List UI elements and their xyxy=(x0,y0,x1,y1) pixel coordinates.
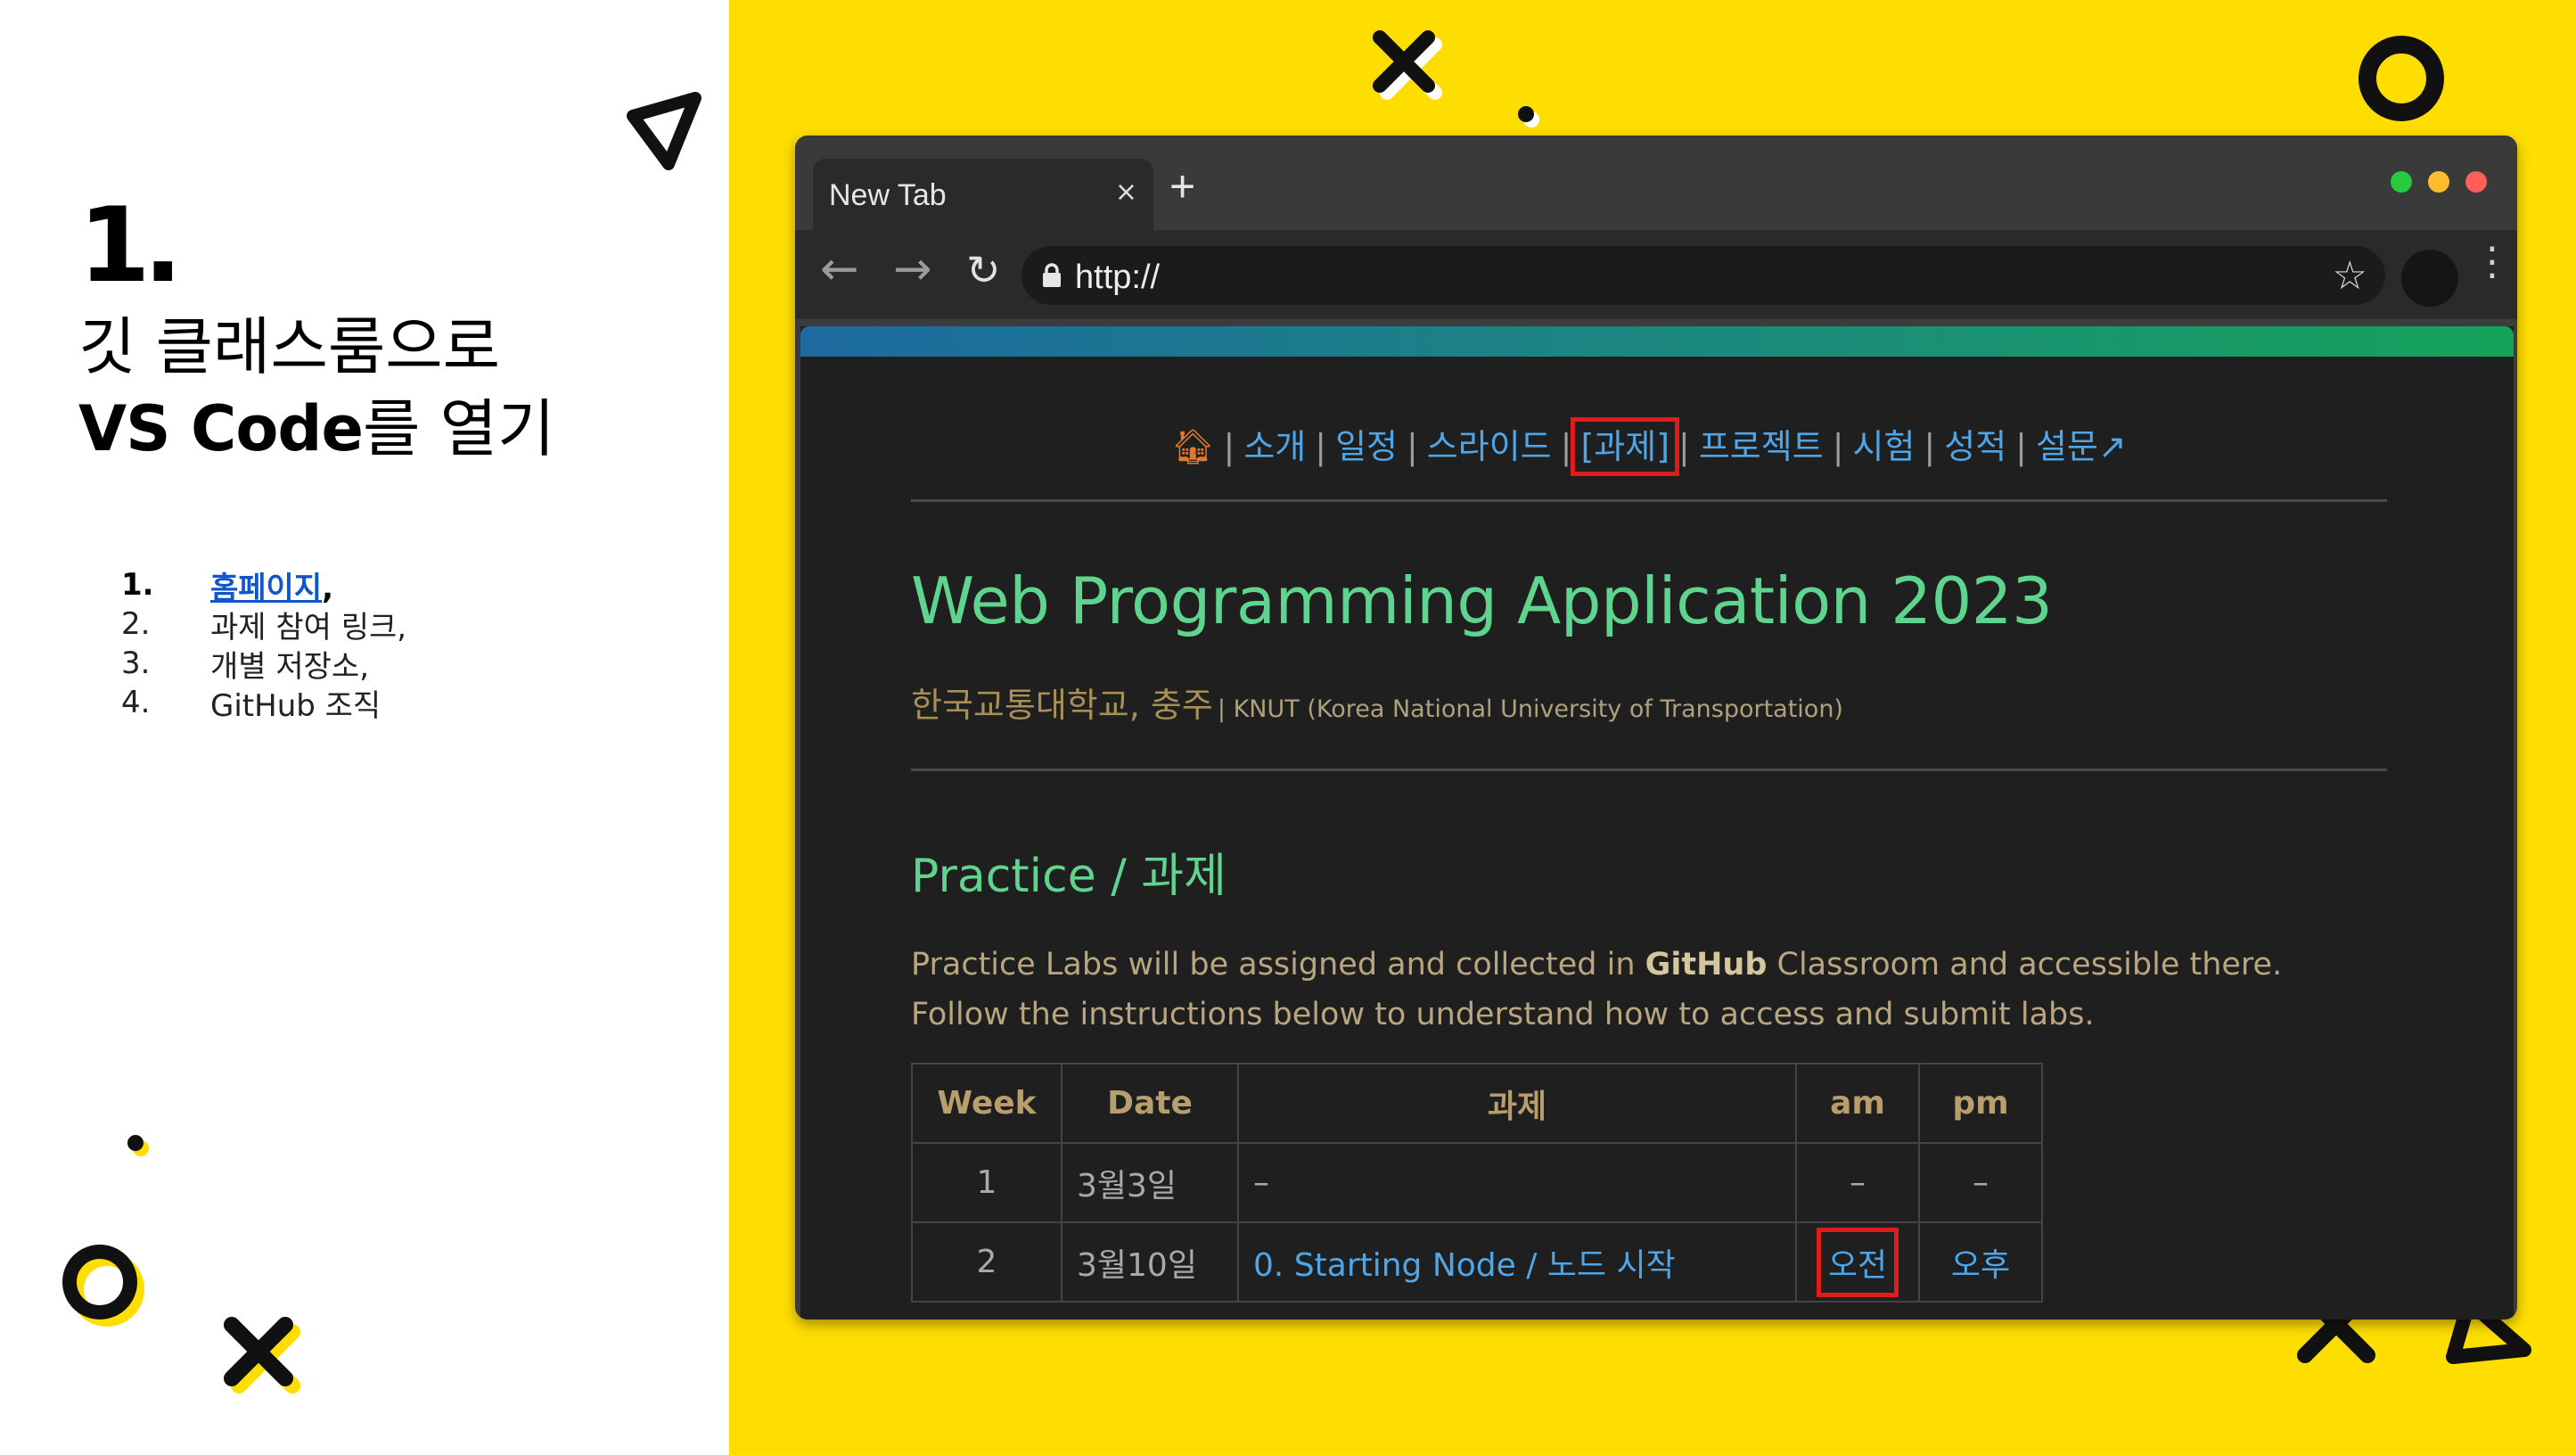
home-icon[interactable]: 🏠︎ xyxy=(1171,427,1214,466)
reload-icon[interactable]: ↻ xyxy=(966,250,1001,291)
tab-bar: New Tab × + xyxy=(795,136,2517,232)
url-text: http:// xyxy=(1075,259,1161,296)
nav-separator: | xyxy=(1223,427,1235,466)
dot-decoration-icon xyxy=(1518,106,1539,127)
window-minimize-dot[interactable] xyxy=(2428,171,2449,193)
am-link[interactable]: 오전 xyxy=(1816,1227,1899,1297)
new-tab-button[interactable]: + xyxy=(1169,164,1195,209)
slide-number: 1. xyxy=(78,185,183,306)
column-header: Date xyxy=(1061,1063,1239,1144)
slide-title-line-1: 깃 클래스룸으로 xyxy=(78,310,501,383)
address-bar[interactable]: http:// ☆ xyxy=(1021,246,2385,305)
nav-item-project[interactable]: 프로젝트 xyxy=(1699,427,1824,466)
subtitle-korean: 한국교통대학교, 충주 xyxy=(911,686,1213,725)
ring-decoration-icon xyxy=(2359,36,2444,121)
nav-item-grades[interactable]: 성적 xyxy=(1944,427,2006,466)
step-suffix: , xyxy=(322,570,334,606)
step-text: 개별 저장소, xyxy=(210,648,370,685)
table-cell-am: – xyxy=(1795,1142,1920,1223)
profile-avatar[interactable] xyxy=(2401,250,2458,307)
description-bold: GitHub xyxy=(1645,947,1768,982)
nav-item-intro[interactable]: 소개 xyxy=(1243,427,1306,466)
homepage-link[interactable]: 홈페이지 xyxy=(210,571,322,606)
page-subtitle: 한국교통대학교, 충주 | KNUT (Korea National Unive… xyxy=(911,678,1843,727)
table-cell-am: 오전 xyxy=(1795,1221,1920,1303)
table-cell-week: 2 xyxy=(911,1221,1062,1303)
cross-decoration-icon xyxy=(1373,30,1442,100)
step-item: 3. 개별 저장소, xyxy=(121,644,406,685)
table-cell-week: 1 xyxy=(911,1142,1062,1223)
step-number: 1. xyxy=(121,567,154,603)
table-cell-task: – xyxy=(1237,1142,1797,1223)
task-link[interactable]: 0. Starting Node / 노드 시작 xyxy=(1237,1221,1797,1303)
step-text: 과제 참여 링크, xyxy=(210,609,407,645)
tab-title: New Tab xyxy=(829,178,947,212)
site-nav: 🏠︎ | 소개 | 일정 | 스라이드 | [과제] | 프로젝트 | 시험 | 성적 | 설문↗ xyxy=(911,417,2387,476)
step-number: 3. xyxy=(121,645,151,681)
table-row: 1 3월3일 – – – xyxy=(911,1142,2043,1223)
column-header: 과제 xyxy=(1237,1063,1797,1144)
dot-decoration-icon xyxy=(127,1135,149,1156)
table-row: 2 3월10일 0. Starting Node / 노드 시작 오전 오후 xyxy=(911,1221,2043,1303)
section-title: Practice / 과제 xyxy=(911,850,1226,903)
bookmark-star-icon[interactable]: ☆ xyxy=(2333,253,2367,299)
lock-icon xyxy=(1043,263,1061,287)
step-item: 2. 과제 참여 링크, xyxy=(121,604,407,645)
column-header: am xyxy=(1795,1063,1920,1144)
table-cell-pm: – xyxy=(1918,1142,2043,1223)
nav-item-slides[interactable]: 스라이드 xyxy=(1427,427,1552,466)
slide-title-bold: VS Code xyxy=(78,392,364,465)
forward-arrow-icon[interactable]: → xyxy=(893,246,932,292)
pm-link[interactable]: 오후 xyxy=(1918,1221,2043,1303)
nav-item-survey[interactable]: 설문↗ xyxy=(2036,427,2127,466)
step-item: 1. 홈페이지, xyxy=(121,565,406,606)
nav-item-schedule[interactable]: 일정 xyxy=(1335,427,1398,466)
divider xyxy=(911,499,2387,502)
slide-title-line-2: VS Code를 열기 xyxy=(78,398,554,460)
window-maximize-dot[interactable] xyxy=(2391,171,2412,193)
divider xyxy=(911,769,2387,771)
browser-toolbar: ← → ↻ http:// ☆ ⋮ xyxy=(795,230,2517,319)
description-text: Practice Labs will be assigned and colle… xyxy=(911,947,1645,982)
steps-list: 1. 홈페이지, 2. 과제 참여 링크, 3. 개별 저장소, 4. GitH… xyxy=(121,565,407,724)
step-item: 4. GitHub 조직 xyxy=(121,683,406,724)
section-description: Practice Labs will be assigned and colle… xyxy=(911,940,2387,1040)
header-gradient-bar xyxy=(800,326,2514,357)
step-text: GitHub 조직 xyxy=(210,687,381,724)
table-cell-date: 3월10일 xyxy=(1061,1221,1239,1303)
browser-window: New Tab × + ← → ↻ http:// ☆ ⋮ 🏠︎ | 소개 | 일정 | 스… xyxy=(795,136,2517,1319)
nav-separator: | xyxy=(1406,427,1418,466)
nav-separator: | xyxy=(1315,427,1327,466)
ring-decoration-icon xyxy=(62,1245,144,1327)
subtitle-english: | KNUT (Korea National University of Tra… xyxy=(1217,695,1843,723)
slide-title-light: 를 열기 xyxy=(363,392,555,465)
assignment-table: Week Date 과제 am pm 1 3월3일 – – – 2 3월10일 … xyxy=(911,1063,2043,1303)
tab-close-icon[interactable]: × xyxy=(1115,177,1137,208)
page-viewport: 🏠︎ | 소개 | 일정 | 스라이드 | [과제] | 프로젝트 | 시험 | 성적 | 설문↗ Web Pr… xyxy=(800,326,2514,1319)
browser-menu-icon[interactable]: ⋮ xyxy=(2473,242,2512,282)
back-arrow-icon[interactable]: ← xyxy=(820,246,859,292)
nav-item-exam[interactable]: 시험 xyxy=(1853,427,1916,466)
slide-left-panel: 1. 깃 클래스룸으로 VS Code를 열기 1. 홈페이지, 2. 과제 참… xyxy=(0,0,729,1455)
triangle-decoration-icon xyxy=(627,92,701,170)
nav-separator: | xyxy=(1924,427,1936,466)
table-header-row: Week Date 과제 am pm xyxy=(911,1063,2043,1144)
nav-separator: | xyxy=(1678,427,1690,466)
cross-decoration-icon xyxy=(224,1317,300,1393)
step-number: 4. xyxy=(121,685,151,720)
table-cell-date: 3월3일 xyxy=(1061,1142,1239,1223)
column-header: Week xyxy=(911,1063,1062,1144)
nav-separator: | xyxy=(1560,427,1572,466)
page-title: Web Programming Application 2023 xyxy=(911,563,2053,638)
window-close-dot[interactable] xyxy=(2465,171,2487,193)
nav-separator: | xyxy=(2015,427,2027,466)
nav-item-assignments[interactable]: [과제] xyxy=(1571,417,1679,476)
browser-tab[interactable]: New Tab × xyxy=(813,159,1153,232)
column-header: pm xyxy=(1918,1063,2043,1144)
nav-separator: | xyxy=(1832,427,1844,466)
step-number: 2. xyxy=(121,606,151,642)
